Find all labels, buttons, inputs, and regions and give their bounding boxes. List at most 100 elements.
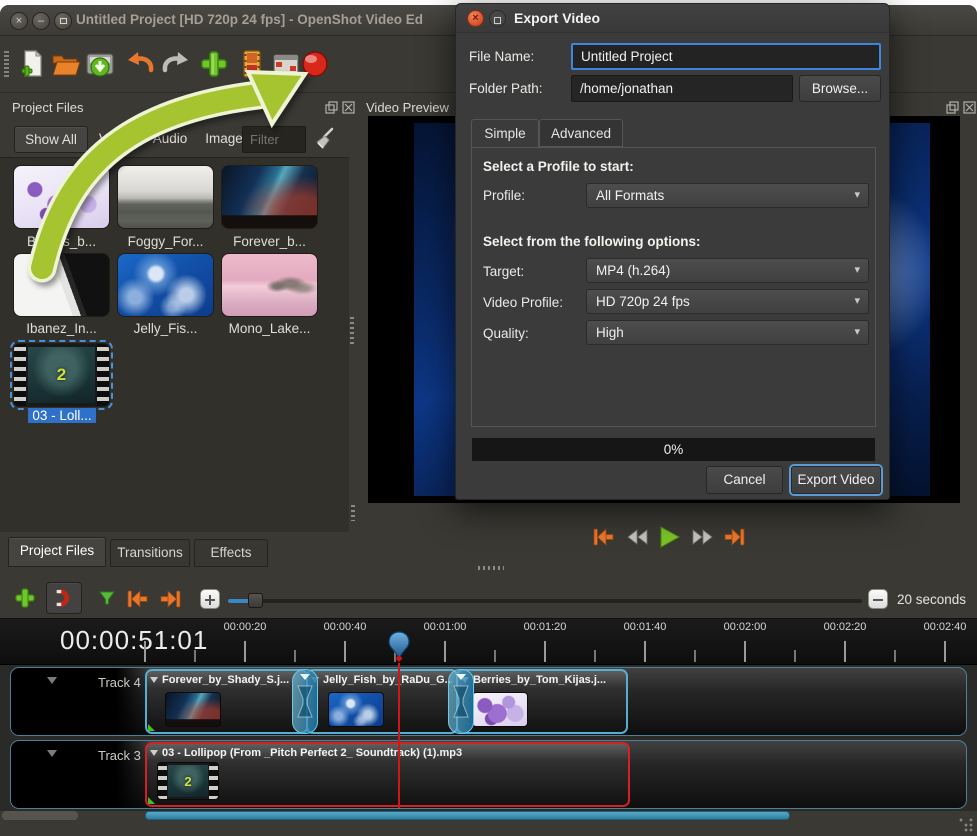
file-thumbnail-forever[interactable] [221, 165, 318, 229]
album-art-badge: 2 [57, 365, 66, 385]
file-label-selected[interactable]: 03 - Loll... [28, 408, 96, 423]
grid-scrollbar-dots[interactable] [351, 505, 355, 521]
window-title: Untitled Project [HD 720p 24 fps] - Open… [76, 12, 423, 27]
clip-berries[interactable]: Berries_by_Tom_Kijas.j... [456, 669, 628, 734]
file-label[interactable]: Berries_b... [13, 234, 110, 249]
jump-to-start-button[interactable] [590, 524, 616, 550]
profile-select[interactable]: All Formats▾ [586, 183, 869, 208]
file-thumbnail-lollipop-audio[interactable]: 2 [13, 343, 110, 407]
timeline-scrollbar-thumb[interactable] [145, 811, 790, 820]
play-button[interactable] [656, 524, 682, 550]
fast-forward-button[interactable] [690, 524, 716, 550]
transition-1[interactable] [292, 669, 318, 734]
zoom-slider-handle[interactable] [248, 593, 263, 608]
project-files-panel-title: Project Files [12, 100, 84, 115]
tab-effects[interactable]: Effects [194, 539, 268, 567]
clear-filter-broom-icon[interactable] [312, 127, 336, 151]
folder-path-input[interactable] [571, 75, 793, 102]
panel-close-icon[interactable] [342, 101, 355, 114]
toolbar-drag-handle[interactable] [4, 51, 9, 77]
chevron-down-icon: ▾ [854, 259, 860, 282]
file-thumbnail-foggy-forest[interactable] [117, 165, 214, 229]
filter-video-button[interactable]: Video [92, 126, 140, 153]
undo-icon [124, 48, 156, 80]
animated-title-button[interactable] [270, 48, 302, 80]
preview-close-icon[interactable] [963, 101, 976, 114]
tab-advanced[interactable]: Advanced [539, 119, 623, 147]
save-icon [84, 48, 116, 80]
export-video-button[interactable] [299, 48, 331, 80]
preview-splitter-handle[interactable] [478, 566, 504, 570]
zoom-scale-label: 20 seconds [897, 592, 966, 607]
file-thumbnail-ibanez[interactable] [13, 253, 110, 317]
zoom-slider-track[interactable] [228, 599, 862, 603]
panel-float-icon[interactable] [325, 101, 338, 114]
transition-2[interactable] [448, 669, 474, 734]
import-files-button[interactable] [198, 48, 230, 80]
redo-button[interactable] [160, 48, 192, 80]
quality-value: High [596, 325, 624, 340]
browse-button[interactable]: Browse... [799, 75, 881, 102]
jump-to-end-button[interactable] [722, 524, 748, 550]
cancel-button[interactable]: Cancel [706, 466, 783, 494]
file-thumbnail-jellyfish[interactable] [117, 253, 214, 317]
playhead-marker[interactable] [388, 630, 410, 666]
rewind-button[interactable] [624, 524, 650, 550]
quality-select[interactable]: High▾ [586, 320, 869, 345]
track-menu-chevron[interactable] [47, 677, 57, 684]
filter-show-all-button[interactable]: Show All [14, 126, 88, 153]
clip-menu-chevron[interactable] [150, 677, 158, 683]
file-label[interactable]: Forever_b... [221, 234, 318, 249]
filter-audio-button[interactable]: Audio [146, 126, 194, 153]
file-label[interactable]: Foggy_For... [117, 234, 214, 249]
panel-splitter-handle[interactable] [350, 317, 354, 345]
clip-lollipop-audio-selected[interactable]: 03 - Lollipop (From _Pitch Perfect 2_ So… [145, 742, 630, 807]
tab-project-files[interactable]: Project Files [8, 537, 106, 567]
undo-button[interactable] [124, 48, 156, 80]
clip-resize-grip[interactable] [148, 724, 155, 731]
ruler-label: 00:01:40 [615, 621, 675, 633]
clip-forever[interactable]: Forever_by_Shady_S.j... [145, 669, 308, 734]
clip-jellyfish[interactable]: Jelly_Fish_by_RaDu_G... [306, 669, 458, 734]
file-name-input[interactable] [571, 43, 881, 70]
new-project-button[interactable] [16, 48, 48, 80]
choose-profile-button[interactable] [236, 48, 268, 80]
tab-simple[interactable]: Simple [471, 119, 539, 149]
snapping-toggle-button[interactable] [46, 582, 82, 614]
track-name: Track 3 [98, 748, 141, 763]
redo-icon [160, 48, 192, 80]
filter-input[interactable] [242, 126, 306, 153]
dialog-close-button[interactable]: × [467, 10, 484, 27]
track-header-scrollbar-thumb[interactable] [2, 811, 78, 820]
chevron-down-icon: ▾ [854, 184, 860, 207]
add-track-button[interactable] [13, 586, 37, 610]
file-label[interactable]: Jelly_Fis... [117, 321, 214, 336]
file-label[interactable]: Mono_Lake... [221, 321, 318, 336]
open-project-button[interactable] [50, 48, 82, 80]
window-close-button[interactable]: × [10, 12, 28, 30]
video-profile-select[interactable]: HD 720p 24 fps▾ [586, 289, 869, 314]
clip-menu-chevron[interactable] [150, 750, 158, 756]
preview-float-icon[interactable] [946, 101, 959, 114]
window-resize-grip[interactable] [959, 818, 973, 832]
timeline-jump-start-button[interactable] [124, 586, 150, 612]
dialog-maximize-button[interactable] [489, 10, 506, 27]
window-minimize-button[interactable]: – [32, 12, 50, 30]
timeline-jump-end-button[interactable] [158, 586, 184, 612]
clip-resize-grip[interactable] [148, 797, 155, 804]
razor-tool-button[interactable] [98, 590, 116, 608]
file-label[interactable]: Ibanez_In... [13, 321, 110, 336]
save-project-button[interactable] [84, 48, 116, 80]
track-menu-chevron[interactable] [47, 750, 57, 757]
zoom-in-button[interactable] [200, 589, 220, 609]
tab-transitions[interactable]: Transitions [110, 539, 190, 567]
zoom-out-button[interactable] [868, 589, 888, 609]
export-video-confirm-button[interactable]: Export Video [791, 466, 881, 494]
window-screen-icon [270, 48, 302, 80]
clip-label: Forever_by_Shady_S.j... [162, 674, 302, 686]
clip-thumbnail [472, 692, 528, 727]
target-select[interactable]: MP4 (h.264)▾ [586, 258, 869, 283]
file-thumbnail-berries[interactable] [13, 165, 110, 229]
window-maximize-button[interactable] [54, 12, 72, 30]
file-thumbnail-mono-lake[interactable] [221, 253, 318, 317]
